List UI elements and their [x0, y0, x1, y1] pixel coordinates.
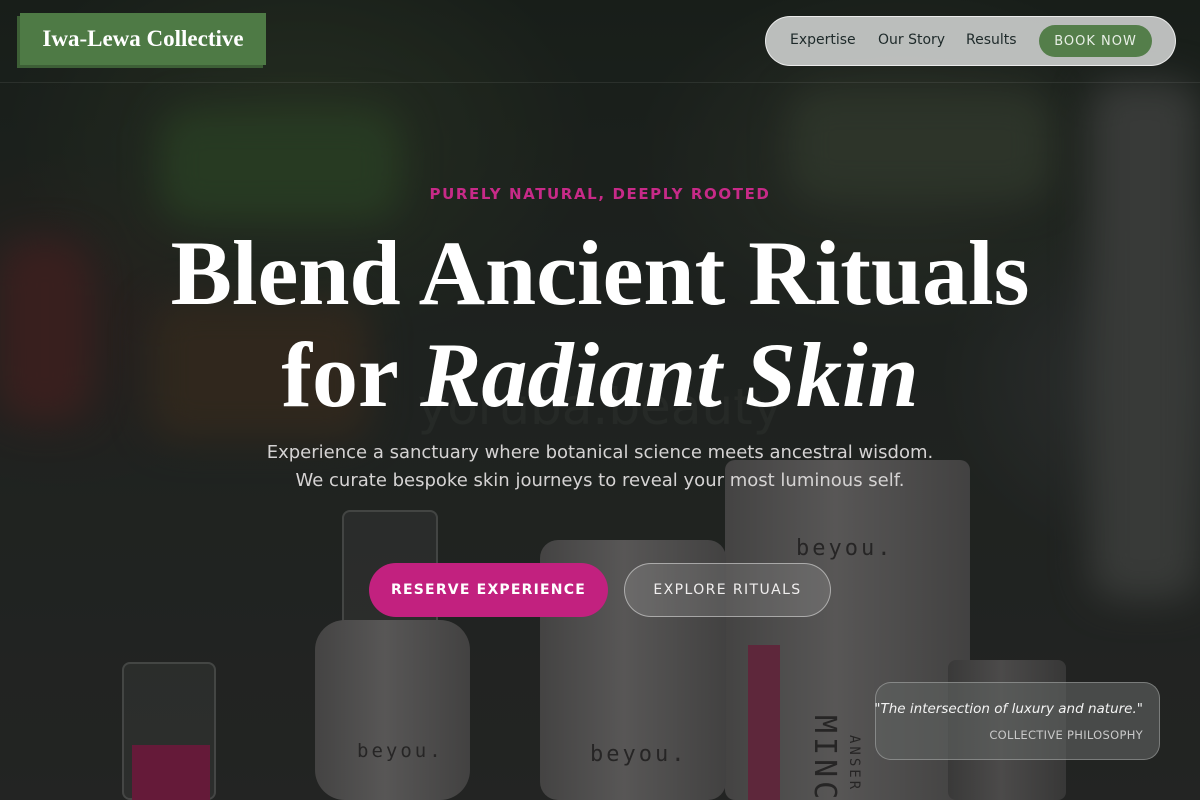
philosophy-quote-card: "The intersection of luxury and nature."…: [874, 682, 1160, 760]
headline-line-2-plain: for: [281, 324, 398, 426]
hero-headline: Blend Ancient Rituals for Radiant Skin: [100, 222, 1100, 426]
headline-line-2-italic: Radiant Skin: [420, 324, 919, 426]
headline-line-1: Blend Ancient Rituals: [170, 222, 1030, 324]
reserve-experience-button[interactable]: RESERVE EXPERIENCE: [369, 563, 608, 617]
nav-link-expertise[interactable]: Expertise: [790, 32, 856, 48]
brand-logo[interactable]: Iwa-Lewa Collective: [20, 13, 266, 65]
explore-rituals-button[interactable]: EXPLORE RITUALS: [624, 563, 831, 617]
nav-link-our-story[interactable]: Our Story: [878, 32, 945, 48]
headline-line-2: for Radiant Skin: [100, 324, 1100, 426]
site-header: Iwa-Lewa Collective Expertise Our Story …: [0, 0, 1200, 83]
hero-subcopy: Experience a sanctuary where botanical s…: [266, 442, 934, 491]
book-now-button[interactable]: BOOK NOW: [1039, 25, 1152, 57]
main-nav: Expertise Our Story Results BOOK NOW: [765, 16, 1176, 66]
hero-eyebrow: PURELY NATURAL, DEEPLY ROOTED: [429, 185, 771, 203]
nav-link-results[interactable]: Results: [966, 32, 1017, 48]
quote-attribution: COLLECTIVE PHILOSOPHY: [989, 728, 1143, 742]
quote-text: "The intersection of luxury and nature.": [874, 701, 1143, 717]
